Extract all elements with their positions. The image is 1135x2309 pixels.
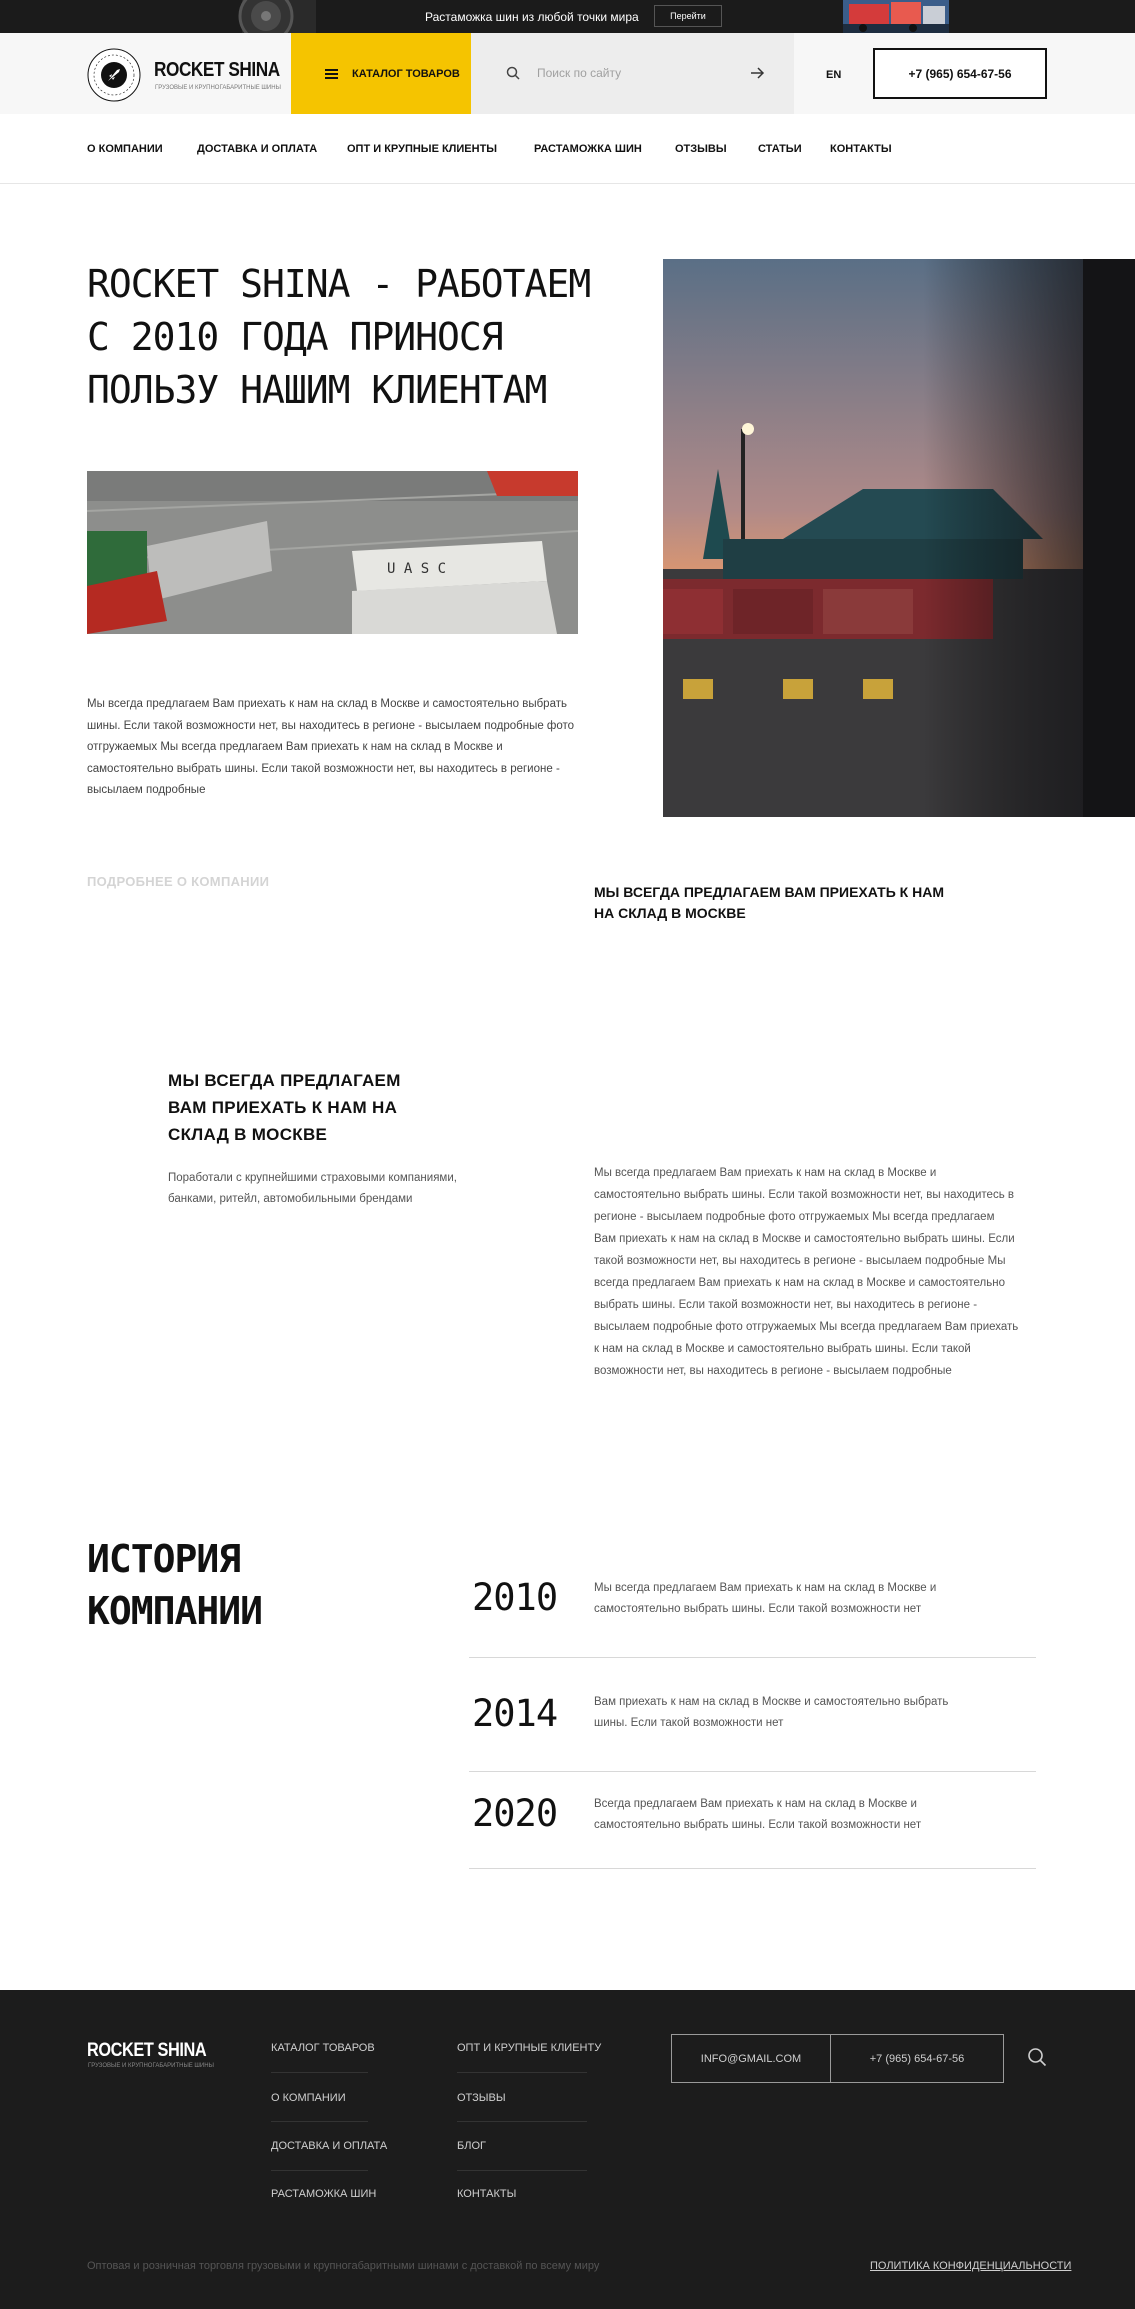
catalog-label: КАТАЛОГ ТОВАРОВ xyxy=(352,67,460,80)
page-title: ROCKET SHINA - РАБОТАЕМ С 2010 ГОДА ПРИН… xyxy=(87,262,591,412)
history-title: ИСТОРИЯ КОМПАНИИ xyxy=(87,1533,317,1637)
footer-link-delivery[interactable]: ДОСТАВКА И ОПЛАТА xyxy=(271,2140,387,2152)
history-item: 2020 Всегда предлагаем Вам приехать к на… xyxy=(469,1772,1036,1869)
footer-email-button[interactable]: INFO@GMAIL.COM xyxy=(671,2034,831,2083)
feature-subtitle: Поработали с крупнейшими страховыми комп… xyxy=(168,1172,457,1205)
history-year: 2010 xyxy=(472,1576,558,1619)
footer-logo[interactable]: ROCKET SHINA xyxy=(87,2040,207,2062)
nav-item-wholesale[interactable]: ОПТ И КРУПНЫЕ КЛИЕНТЫ xyxy=(347,143,497,155)
footer-link-about[interactable]: О КОМПАНИИ xyxy=(271,2092,346,2104)
site-footer: ROCKET SHINA ГРУЗОВЫЕ И КРУПНОГАБАРИТНЫЕ… xyxy=(0,1990,1135,2309)
footer-link-reviews[interactable]: ОТЗЫВЫ xyxy=(457,2092,506,2104)
containers-photo: U A S C xyxy=(87,471,578,634)
search-box xyxy=(471,33,794,114)
feature-heading-2: МЫ ВСЕГДА ПРЕДЛАГАЕМ ВАМ ПРИЕХАТЬ К НАМ … xyxy=(168,1071,401,1144)
history-text: Всегда предлагаем Вам приехать к нам на … xyxy=(594,1798,922,1831)
footer-phone-button[interactable]: +7 (965) 654-67-56 xyxy=(830,2034,1004,2083)
footer-divider xyxy=(271,2121,368,2122)
history-title-text: ИСТОРИЯ КОМПАНИИ xyxy=(87,1537,263,1633)
footer-link-blog[interactable]: БЛОГ xyxy=(457,2140,486,2152)
site-header: ROCKET SHINA ГРУЗОВЫЕ И КРУПНОГАБАРИТНЫЕ… xyxy=(0,33,1135,114)
footer-link-customs[interactable]: РАСТАМОЖКА ШИН xyxy=(271,2188,376,2200)
truck-image xyxy=(843,0,949,33)
footer-copyright: Оптовая и розничная торговля грузовыми и… xyxy=(87,2260,600,2272)
svg-text:U A S C: U A S C xyxy=(387,561,446,577)
feature-long-text: Мы всегда предлагаем Вам приехать к нам … xyxy=(594,1167,1019,1377)
nav-item-customs[interactable]: РАСТАМОЖКА ШИН xyxy=(534,143,642,155)
footer-link-contacts[interactable]: КОНТАКТЫ xyxy=(457,2188,516,2200)
rocket-logo-icon[interactable] xyxy=(87,48,141,102)
history-text: Мы всегда предлагаем Вам приехать к нам … xyxy=(594,1582,937,1615)
nav-item-delivery[interactable]: ДОСТАВКА И ОПЛАТА xyxy=(197,143,317,155)
search-icon[interactable] xyxy=(1027,2047,1047,2067)
history-text: Вам приехать к нам на склад в Москве и с… xyxy=(594,1696,949,1729)
logo-name[interactable]: ROCKET SHINA xyxy=(154,59,280,82)
history-year: 2014 xyxy=(472,1692,558,1735)
more-about-company-link[interactable]: ПОДРОБНЕЕ О КОМПАНИИ xyxy=(87,874,269,889)
phone-button[interactable]: +7 (965) 654-67-56 xyxy=(873,48,1047,99)
catalog-button[interactable]: КАТАЛОГ ТОВАРОВ xyxy=(291,33,471,114)
promo-button[interactable]: Перейти xyxy=(654,5,722,27)
nav-item-about[interactable]: О КОМПАНИИ xyxy=(87,143,163,155)
footer-link-wholesale[interactable]: ОПТ И КРУПНЫЕ КЛИЕНТУ xyxy=(457,2042,601,2054)
footer-divider xyxy=(457,2170,587,2171)
history-item: 2010 Мы всегда предлагаем Вам приехать к… xyxy=(469,1560,1036,1658)
language-switch[interactable]: EN xyxy=(826,69,841,81)
footer-divider xyxy=(457,2121,587,2122)
history-item: 2014 Вам приехать к нам на склад в Москв… xyxy=(469,1658,1036,1772)
nav-item-contacts[interactable]: КОНТАКТЫ xyxy=(830,143,892,155)
privacy-policy-link[interactable]: ПОЛИТИКА КОНФИДЕНЦИАЛЬНОСТИ xyxy=(870,2260,1071,2272)
footer-logo-tagline: ГРУЗОВЫЕ И КРУПНОГАБАРИТНЫЕ ШИНЫ xyxy=(88,2063,214,2069)
port-photo xyxy=(663,259,1135,817)
footer-divider xyxy=(457,2072,587,2073)
arrow-right-icon[interactable] xyxy=(749,65,765,81)
footer-link-catalog[interactable]: КАТАЛОГ ТОВАРОВ xyxy=(271,2042,375,2054)
promo-text: Растаможка шин из любой точки мира xyxy=(425,10,639,24)
menu-icon xyxy=(325,68,338,79)
nav-item-articles[interactable]: СТАТЬИ xyxy=(758,143,802,155)
nav-item-reviews[interactable]: ОТЗЫВЫ xyxy=(675,143,727,155)
feature-heading-1: МЫ ВСЕГДА ПРЕДЛАГАЕМ ВАМ ПРИЕХАТЬ К НАМ … xyxy=(594,884,944,921)
promo-bar: Растаможка шин из любой точки мира Перей… xyxy=(0,0,1135,38)
logo-tagline: ГРУЗОВЫЕ И КРУПНОГАБАРИТНЫЕ ШИНЫ xyxy=(155,85,281,91)
search-input[interactable] xyxy=(537,61,747,85)
history-year: 2020 xyxy=(472,1792,558,1835)
main-nav: О КОМПАНИИ ДОСТАВКА И ОПЛАТА ОПТ И КРУПН… xyxy=(0,114,1135,184)
footer-divider xyxy=(271,2072,368,2073)
hero-text: Мы всегда предлагаем Вам приехать к нам … xyxy=(87,698,575,796)
search-icon xyxy=(506,66,520,80)
footer-divider xyxy=(271,2170,368,2171)
